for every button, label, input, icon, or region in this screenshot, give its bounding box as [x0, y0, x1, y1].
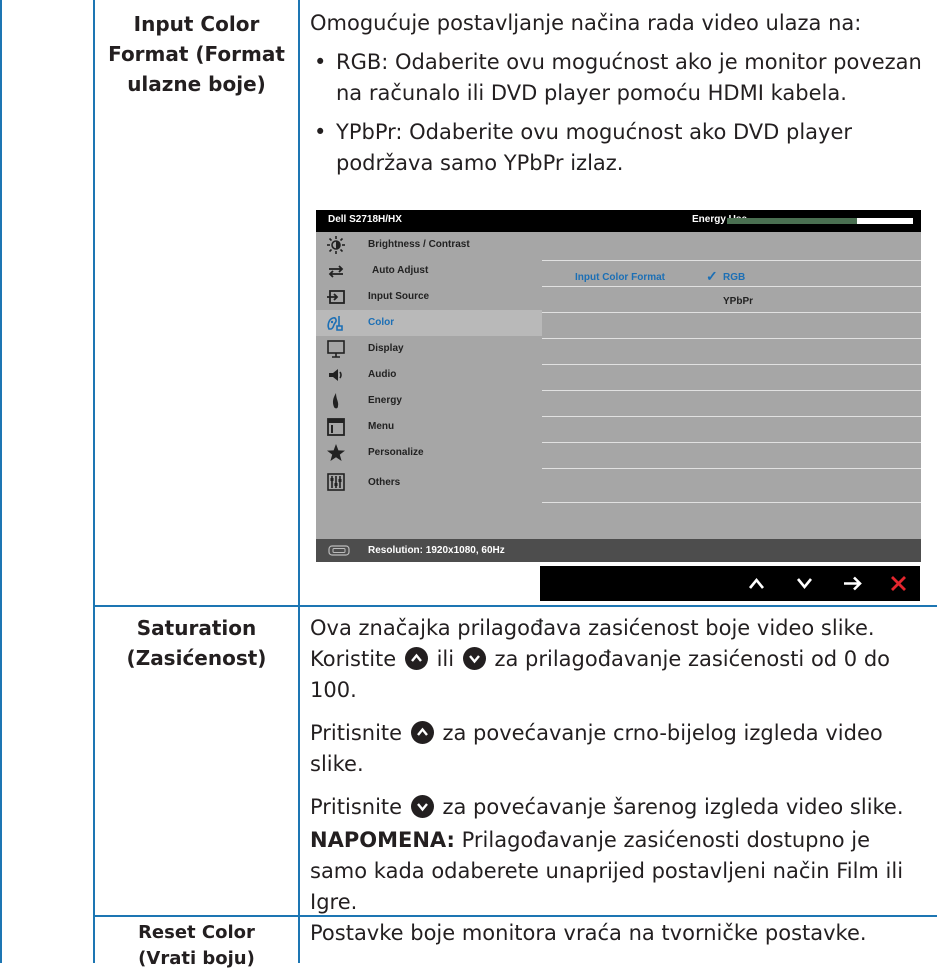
saturation-note: NAPOMENA: Prilagođavanje zasićenosti dos… [310, 828, 904, 914]
up-icon [748, 577, 765, 589]
osd-nav-buttons [540, 566, 920, 601]
up-button-icon [404, 647, 428, 670]
osd-menu-item-color: Color [316, 310, 542, 336]
osd-header: Dell S2718H/HX Energy Use [316, 210, 921, 232]
column-divider-2 [298, 0, 300, 963]
resolution-text: Resolution: 1920x1080, 60Hz [368, 545, 505, 556]
personalize-icon [327, 444, 345, 461]
osd-row-line [542, 442, 921, 443]
osd-menu-item-auto-adjust: Auto Adjust [316, 258, 542, 284]
down-button-icon [462, 647, 486, 670]
row-name-reset-color: Reset Color (Vrati boju) [138, 922, 255, 969]
menu-icon [327, 418, 345, 436]
bullet-ypbpr: YPbPr: Odaberite ovu mogućnost ako DVD p… [310, 117, 928, 179]
row-desc-reset-color: Postavke boje monitora vraća na tvorničk… [310, 921, 867, 945]
audio-icon [329, 369, 342, 381]
checkmark-icon: ✓ [706, 268, 718, 284]
osd-footer: Resolution: 1920x1080, 60Hz [316, 539, 921, 562]
bullet-rgb: RGB: Odaberite ovu mogućnost ako je moni… [310, 47, 928, 109]
osd-row-line [542, 312, 921, 313]
option-ypbpr: YPbPr [723, 296, 754, 307]
energy-icon [332, 393, 339, 409]
row-desc-input-color-format: Omogućuje postavljanje načina rada video… [310, 8, 928, 179]
down-button-icon [410, 795, 434, 818]
saturation-paragraph-1: Ova značajka prilagođava zasićenost boje… [310, 616, 891, 702]
others-icon [327, 473, 345, 491]
saturation-paragraph-3: Pritisnite za povećavanje šarenog izgled… [310, 795, 904, 819]
osd-menu-item-personalize: Personalize [316, 440, 542, 466]
osd-menu-item-display: Display [316, 336, 542, 362]
osd-menu-item-energy: Energy [316, 388, 542, 414]
osd-row-line [542, 338, 921, 339]
row-divider-1 [93, 605, 937, 607]
auto-adjust-icon [328, 265, 344, 278]
row-name-input-color-format: Input Color Format (Format ulazne boje) [108, 12, 285, 96]
left-border [0, 0, 2, 963]
osd-row-line [542, 468, 921, 469]
energy-use-fill [727, 218, 858, 224]
display-icon [327, 340, 345, 358]
up-button-icon [410, 721, 434, 744]
osd-row-line [542, 390, 921, 391]
osd-row-line [542, 416, 921, 417]
osd-menu-item-others: Others [316, 466, 542, 500]
osd-row-line [542, 260, 921, 261]
intro-text: Omogućuje postavljanje načina rada video… [310, 11, 862, 35]
osd-menu-item-brightness-contrast: Brightness / Contrast [316, 232, 542, 258]
option-rgb: RGB [723, 272, 746, 283]
saturation-paragraph-2: Pritisnite za povećavanje crno-bijelog i… [310, 721, 883, 776]
osd-title: Dell S2718H/HX [328, 214, 402, 225]
connector-icon [328, 545, 350, 556]
input-source-icon [327, 290, 345, 304]
row-desc-saturation: Ova značajka prilagođava zasićenost boje… [310, 613, 928, 918]
osd-row-line [542, 502, 921, 503]
down-icon [796, 578, 813, 590]
osd-menu-item-input-source: Input Source [316, 284, 542, 310]
osd-menu-item-menu: Menu [316, 414, 542, 440]
column-divider-1 [93, 0, 95, 963]
osd-menu-item-audio: Audio [316, 362, 542, 388]
color-icon [327, 316, 343, 331]
right-arrow-icon [844, 576, 862, 591]
brightness-icon [327, 236, 345, 254]
osd-menu-image: Dell S2718H/HX Energy Use Brightness / C… [316, 210, 921, 562]
input-color-format-setting: Input Color Format [575, 272, 665, 283]
osd-row-line [542, 364, 921, 365]
close-icon [891, 576, 906, 591]
row-name-saturation: Saturation (Zasićenost) [126, 616, 267, 670]
osd-row-line [542, 286, 921, 287]
energy-use-bar [727, 218, 913, 224]
